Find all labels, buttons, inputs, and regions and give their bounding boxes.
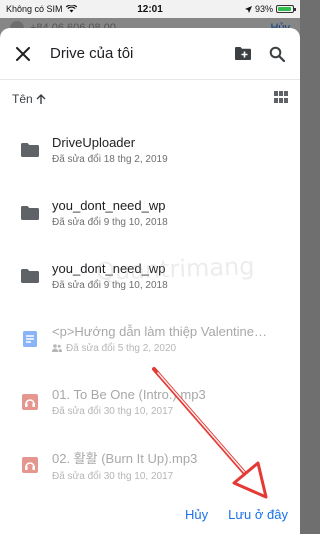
battery-percent: 93% [254,4,273,14]
item-text: 02. 활활 (Burn It Up).mp3 Đã sửa đổi 30 thg… [52,448,287,482]
carrier-label: Không có SIM [6,4,63,14]
item-modified-text: Đã sửa đổi 30 thg 10, 2017 [52,405,174,417]
folder-icon [21,268,39,283]
search-button[interactable] [264,41,290,67]
list-item[interactable]: DriveUploader Đã sửa đổi 18 thg 2, 2019 [0,118,300,181]
list-item: 02. 활활 (Burn It Up).mp3 Đã sửa đổi 30 thg… [0,433,300,496]
sort-by-name-button[interactable]: Tên [12,92,46,106]
grid-view-button[interactable] [274,90,288,108]
item-modified: Đã sửa đổi 9 thg 10, 2018 [52,280,287,291]
shared-icon [52,344,62,352]
list-item[interactable]: you_dont_need_wp Đã sửa đổi 9 thg 10, 201… [0,181,300,244]
folder-icon-wrap [20,266,40,286]
item-modified: Đã sửa đổi 9 thg 10, 2018 [52,217,287,228]
item-modified: Đã sửa đổi 18 thg 2, 2019 [52,154,287,165]
item-modified-text: Đã sửa đổi 30 thg 10, 2017 [52,470,174,482]
item-name: <p>Hướng dẫn làm thiệp Valentine… [52,323,268,339]
sheet-header: Drive của tôi [0,28,300,80]
folder-icon [21,142,39,157]
new-folder-icon [235,47,251,60]
document-icon [23,330,37,347]
audio-file-icon [22,393,38,410]
arrow-up-icon [36,93,46,104]
item-text: DriveUploader Đã sửa đổi 18 thg 2, 2019 [52,135,287,165]
drive-picker-sheet: Drive của tôi Tên DriveUploader Đã sửa đ… [0,28,300,534]
item-modified: Đã sửa đổi 30 thg 10, 2017 [52,471,287,482]
item-text: <p>Hướng dẫn làm thiệp Valentine… Đã sửa … [52,324,287,354]
item-name: you_dont_need_wp [52,197,166,213]
cancel-button[interactable]: Hủy [185,507,208,522]
item-name: 01. To Be One (Intro.).mp3 [52,386,206,402]
audio-icon-wrap [20,455,40,475]
file-list: DriveUploader Đã sửa đổi 18 thg 2, 2019 yo… [0,118,300,496]
status-bar: Không có SIM 12:01 93% [0,0,300,18]
item-text: 01. To Be One (Intro.).mp3 Đã sửa đổi 30 … [52,387,287,417]
battery-fill [278,7,292,11]
battery-icon [276,5,296,13]
audio-icon-wrap [20,392,40,412]
doc-icon-wrap [20,329,40,349]
status-left: Không có SIM [6,4,77,14]
item-modified: Đã sửa đổi 30 thg 10, 2017 [52,406,287,417]
wifi-icon [65,5,77,13]
item-name: DriveUploader [52,134,136,150]
audio-file-icon [22,456,38,473]
status-right: 93% [244,4,296,14]
list-item: 01. To Be One (Intro.).mp3 Đã sửa đổi 30 … [0,370,300,433]
list-item: <p>Hướng dẫn làm thiệp Valentine… Đã sửa … [0,307,300,370]
sort-row: Tên [0,80,300,118]
item-text: you_dont_need_wp Đã sửa đổi 9 thg 10, 201… [52,261,287,291]
folder-icon-wrap [20,203,40,223]
item-modified-text: Đã sửa đổi 9 thg 10, 2018 [52,216,168,228]
folder-icon [21,205,39,220]
sort-label: Tên [12,92,33,106]
search-icon [269,46,285,62]
save-here-button[interactable]: Lưu ở đây [228,507,288,522]
folder-icon-wrap [20,140,40,160]
close-icon [16,46,30,61]
sheet-footer: Hủy Lưu ở đây [0,494,300,534]
item-modified-text: Đã sửa đổi 18 thg 2, 2019 [52,153,168,165]
item-modified: Đã sửa đổi 5 thg 2, 2020 [52,343,287,354]
item-name: you_dont_need_wp [52,260,166,276]
list-item[interactable]: you_dont_need_wp Đã sửa đổi 9 thg 10, 201… [0,244,300,307]
item-name: 02. 활활 (Burn It Up).mp3 [52,450,198,466]
item-text: you_dont_need_wp Đã sửa đổi 9 thg 10, 201… [52,198,287,228]
page-title: Drive của tôi [50,45,134,62]
grid-view-icon [274,91,288,103]
item-modified-text: Đã sửa đổi 9 thg 10, 2018 [52,279,168,291]
new-folder-button[interactable] [230,41,256,67]
location-icon [244,5,252,13]
close-button[interactable] [12,43,34,65]
item-modified-text: Đã sửa đổi 5 thg 2, 2020 [66,342,177,354]
